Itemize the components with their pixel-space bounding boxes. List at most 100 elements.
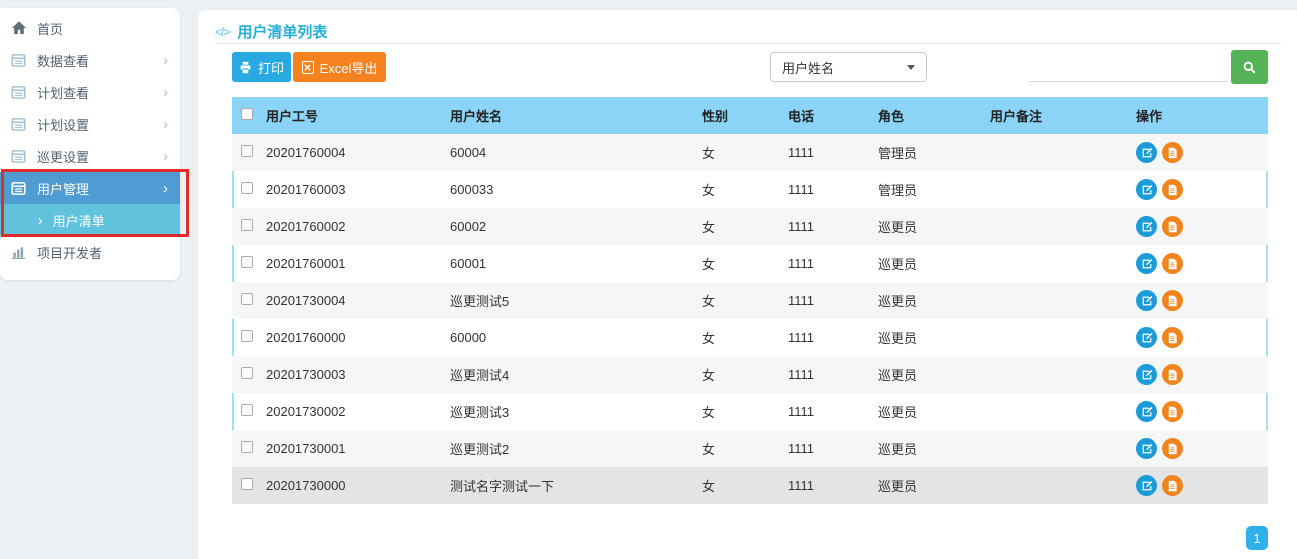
table-row: 20201730004巡更测试5女1111巡更员 [232, 282, 1268, 319]
cell-role: 管理员 [878, 143, 990, 162]
edit-icon[interactable] [1136, 253, 1157, 274]
caret-down-icon [907, 65, 915, 70]
row-checkbox[interactable] [241, 145, 253, 157]
edit-icon[interactable] [1136, 290, 1157, 311]
cell-phone: 1111 [788, 441, 878, 456]
cell-phone: 1111 [788, 330, 878, 345]
cell-gender: 女 [696, 217, 788, 236]
cell-gender: 女 [696, 439, 788, 458]
cell-gender: 女 [696, 365, 788, 384]
document-icon[interactable] [1162, 327, 1183, 348]
sidebar-item-label: 巡更设置 [37, 147, 163, 166]
cell-user-id: 20201730001 [266, 441, 450, 456]
cell-gender: 女 [696, 291, 788, 310]
col-header-user-id: 用户工号 [266, 106, 450, 125]
list-icon [10, 52, 27, 69]
cell-phone: 1111 [788, 367, 878, 382]
document-icon[interactable] [1162, 253, 1183, 274]
row-checkbox[interactable] [241, 404, 253, 416]
user-table: 用户工号 用户姓名 性别 电话 角色 用户备注 操作 2020176000460… [232, 97, 1268, 504]
cell-role: 巡更员 [878, 439, 990, 458]
title-divider [215, 43, 1281, 44]
document-icon[interactable] [1162, 438, 1183, 459]
sidebar-item-patrol-setting[interactable]: 巡更设置› [0, 140, 180, 172]
row-checkbox[interactable] [241, 367, 253, 379]
document-icon[interactable] [1162, 401, 1183, 422]
col-header-gender: 性别 [696, 106, 788, 125]
sidebar-item-plan-setting[interactable]: 计划设置› [0, 108, 180, 140]
page-title: 用户清单列表 [237, 21, 327, 42]
edit-icon[interactable] [1136, 216, 1157, 237]
sidebar-item-home[interactable]: 首页 [0, 12, 180, 44]
edit-icon[interactable] [1136, 142, 1157, 163]
col-header-user-name: 用户姓名 [450, 106, 696, 125]
col-header-note: 用户备注 [990, 106, 1136, 125]
sidebar: 首页数据查看›计划查看›计划设置›巡更设置›用户管理››用户清单项目开发者 [0, 8, 180, 280]
chevron-right-icon: › [163, 85, 168, 100]
cell-user-id: 20201730002 [266, 404, 450, 419]
edit-icon[interactable] [1136, 179, 1157, 200]
document-icon[interactable] [1162, 142, 1183, 163]
excel-export-button[interactable]: Excel导出 [293, 52, 386, 82]
table-header-row: 用户工号 用户姓名 性别 电话 角色 用户备注 操作 [232, 97, 1268, 134]
cell-user-name: 巡更测试5 [450, 291, 696, 310]
search-button[interactable] [1231, 50, 1268, 84]
cell-gender: 女 [696, 180, 788, 199]
table-row: 20201730003巡更测试4女1111巡更员 [232, 356, 1268, 393]
edit-icon[interactable] [1136, 438, 1157, 459]
sidebar-item-project-developer[interactable]: 项目开发者 [0, 236, 180, 268]
col-header-role: 角色 [878, 106, 990, 125]
document-icon[interactable] [1162, 290, 1183, 311]
row-checkbox[interactable] [241, 219, 253, 231]
sidebar-item-plan-view[interactable]: 计划查看› [0, 76, 180, 108]
cell-user-id: 20201730003 [266, 367, 450, 382]
sidebar-item-label: 数据查看 [37, 51, 163, 70]
cell-phone: 1111 [788, 256, 878, 271]
page-title-row: </> 用户清单列表 [215, 21, 327, 42]
row-checkbox[interactable] [241, 330, 253, 342]
row-checkbox[interactable] [241, 182, 253, 194]
cell-phone: 1111 [788, 182, 878, 197]
cell-gender: 女 [696, 476, 788, 495]
table-row: 2020176000460004女1111管理员 [232, 134, 1268, 171]
search-input[interactable] [1028, 54, 1228, 82]
cell-role: 管理员 [878, 180, 990, 199]
document-icon[interactable] [1162, 364, 1183, 385]
row-checkbox[interactable] [241, 293, 253, 305]
edit-icon[interactable] [1136, 364, 1157, 385]
cell-user-id: 20201730000 [266, 478, 450, 493]
cell-role: 巡更员 [878, 402, 990, 421]
cell-role: 巡更员 [878, 476, 990, 495]
table-row: 20201730002巡更测试3女1111巡更员 [232, 393, 1268, 430]
cell-gender: 女 [696, 143, 788, 162]
pagination-page-1[interactable]: 1 [1246, 526, 1268, 550]
sidebar-item-data-view[interactable]: 数据查看› [0, 44, 180, 76]
edit-icon[interactable] [1136, 475, 1157, 496]
cell-user-id: 20201730004 [266, 293, 450, 308]
cell-phone: 1111 [788, 293, 878, 308]
col-header-phone: 电话 [788, 106, 878, 125]
row-checkbox[interactable] [241, 478, 253, 490]
cell-user-name: 60002 [450, 219, 696, 234]
cell-phone: 1111 [788, 404, 878, 419]
cell-gender: 女 [696, 254, 788, 273]
row-checkbox[interactable] [241, 441, 253, 453]
sidebar-item-user-management[interactable]: 用户管理› [0, 172, 180, 204]
document-icon[interactable] [1162, 179, 1183, 200]
edit-icon[interactable] [1136, 327, 1157, 348]
list-icon [10, 148, 27, 165]
list-icon [10, 116, 27, 133]
edit-icon[interactable] [1136, 401, 1157, 422]
print-button[interactable]: 打印 [232, 52, 291, 82]
document-icon[interactable] [1162, 216, 1183, 237]
sidebar-item-user-list[interactable]: ›用户清单 [0, 204, 180, 236]
document-icon[interactable] [1162, 475, 1183, 496]
filter-field-dropdown[interactable]: 用户姓名 [770, 52, 927, 82]
cell-role: 巡更员 [878, 328, 990, 347]
row-checkbox[interactable] [241, 256, 253, 268]
table-row: 20201760003600033女1111管理员 [232, 171, 1268, 208]
excel-icon [302, 61, 314, 74]
select-all-checkbox[interactable] [241, 108, 253, 120]
cell-role: 巡更员 [878, 291, 990, 310]
cell-gender: 女 [696, 328, 788, 347]
